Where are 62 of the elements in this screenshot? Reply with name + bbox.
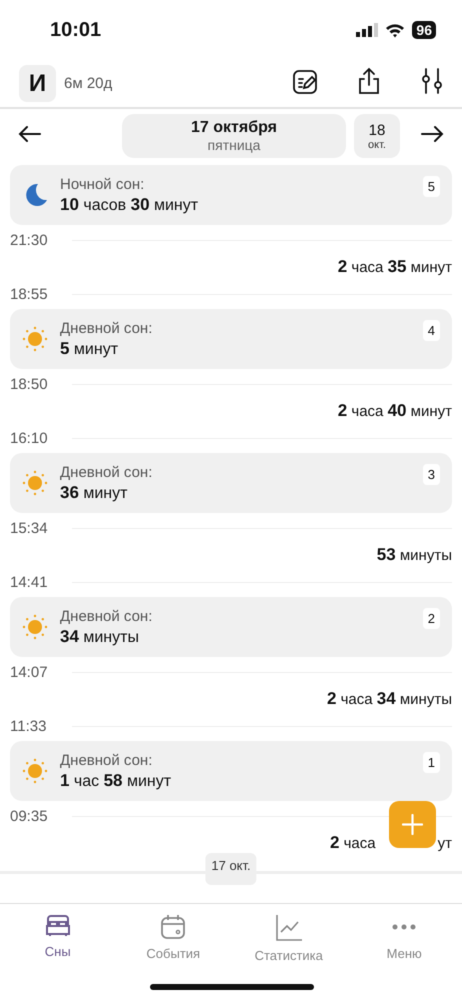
time-label: 18:50 [10,376,49,392]
awake-duration-tail: ут [438,834,452,852]
edit-icon[interactable] [292,69,318,95]
sleep-card[interactable]: Дневной сон: 5 минут 4 [10,309,452,369]
date-button[interactable]: 17 октября пятница [122,114,346,158]
child-age: 6м 20д [64,75,114,92]
sleep-duration: 10 часов 30 минут [60,194,200,214]
battery-level: 96 [412,21,436,39]
clock: 10:01 [50,18,102,42]
sleep-duration: 36 минут [60,482,128,502]
time-label: 21:30 [10,232,49,248]
time-label: 09:35 [10,808,49,824]
chart-icon [274,914,303,942]
next-date-button[interactable]: 18 окт. [354,114,400,158]
time-label: 14:07 [10,664,49,680]
sleep-number: 2 [422,608,440,629]
sleep-number: 4 [422,320,440,341]
sun-icon [22,326,48,352]
awake-duration: 2 часа [330,833,376,853]
sleep-card[interactable]: Дневной сон: 34 минуты 2 [10,597,452,657]
wifi-icon [385,22,406,38]
sleep-duration: 1 час 58 минут [60,770,172,790]
sleep-duration: 5 минут [60,338,120,358]
sleep-number: 3 [422,464,440,485]
nav-tab[interactable]: Статистика [231,914,346,963]
sun-icon [22,614,48,640]
awake-duration: 53 минуты [376,545,452,565]
time-label: 15:34 [10,520,49,536]
avatar[interactable]: И [19,65,56,102]
nav-tab[interactable]: Меню [346,914,462,963]
time-label: 14:41 [10,574,49,590]
sun-icon [22,470,48,496]
sleep-card[interactable]: Ночной сон: 10 часов 30 минут 5 [10,165,452,225]
bed-icon [44,914,72,938]
sleep-card[interactable]: Дневной сон: 1 час 58 минут 1 [10,741,452,801]
sleep-type-label: Дневной сон: [60,608,154,624]
sun-icon [22,758,48,784]
more-icon [392,924,416,930]
nav-tab[interactable]: События [116,914,231,963]
time-label: 11:33 [10,718,48,734]
signal-icon [356,23,378,37]
time-label: 18:55 [10,286,49,302]
sleep-number: 5 [422,176,440,197]
awake-duration: 2 часа 35 минут [338,257,452,277]
sleep-duration: 34 минуты [60,626,140,646]
sleep-type-label: Ночной сон: [60,176,146,192]
calendar-icon [160,914,186,940]
time-label: 16:10 [10,430,49,446]
sleep-number: 1 [422,752,440,773]
forward-arrow-icon[interactable] [420,124,444,142]
sleep-type-label: Дневной сон: [60,464,154,480]
filter-icon[interactable] [420,67,444,95]
awake-duration: 2 часа 34 минуты [326,689,452,709]
awake-duration: 2 часа 40 минут [338,401,452,421]
share-icon[interactable] [356,67,382,95]
sleep-type-label: Дневной сон: [60,320,154,336]
date-chip: 17 окт. [205,853,257,885]
nav-tab[interactable]: Сны [0,914,116,963]
plus-icon [402,814,423,835]
back-arrow-icon[interactable] [18,124,42,142]
sleep-card[interactable]: Дневной сон: 36 минут 3 [10,453,452,513]
sleep-type-label: Дневной сон: [60,752,154,768]
